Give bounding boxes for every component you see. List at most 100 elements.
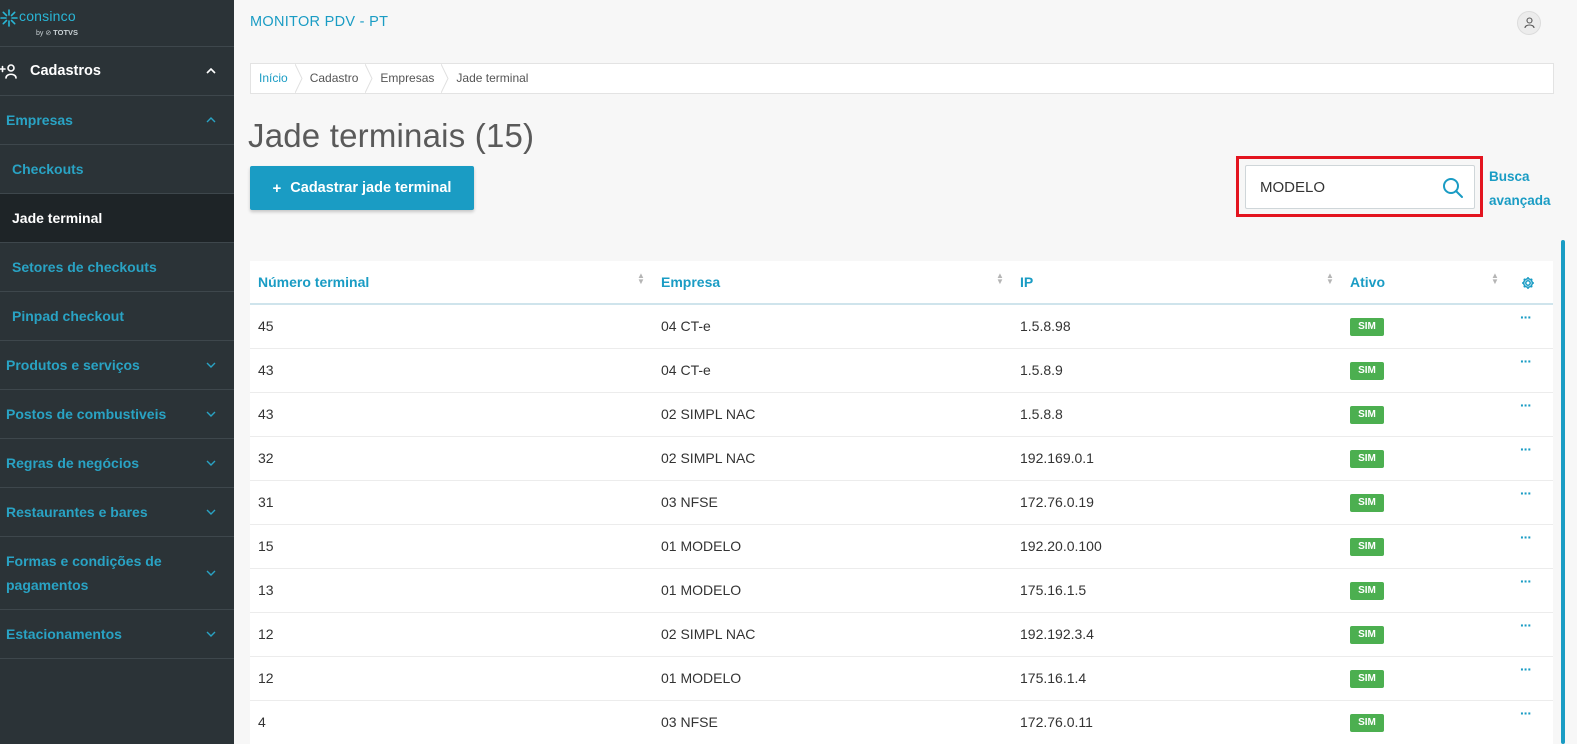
breadcrumb-item-empresas[interactable]: Empresas bbox=[372, 64, 449, 93]
search-icon[interactable] bbox=[1442, 177, 1464, 199]
row-actions-menu-icon[interactable]: ··· bbox=[1520, 441, 1532, 457]
cell-ip: 192.20.0.100 bbox=[1020, 538, 1102, 554]
sidebar-item-estacionamentos[interactable]: Estacionamentos bbox=[0, 610, 234, 659]
row-actions-menu-icon[interactable]: ··· bbox=[1520, 705, 1532, 721]
status-badge: SIM bbox=[1350, 450, 1384, 468]
breadcrumb-label: Empresas bbox=[380, 71, 435, 85]
row-actions-menu-icon[interactable]: ··· bbox=[1520, 397, 1532, 413]
column-header-ip[interactable]: IP bbox=[1012, 261, 1033, 303]
page-scrollbar[interactable] bbox=[1561, 240, 1565, 744]
table-row[interactable]: 31 03 NFSE 172.76.0.19 SIM ··· bbox=[250, 481, 1553, 525]
brand-sub: by ⊘ TOTVS bbox=[36, 28, 79, 37]
gear-icon[interactable] bbox=[1521, 276, 1535, 290]
sidebar-item-pinpad-checkout[interactable]: Pinpad checkout bbox=[0, 292, 234, 341]
table-row[interactable]: 32 02 SIMPL NAC 192.169.0.1 SIM ··· bbox=[250, 437, 1553, 481]
sidebar-item-formas-e-condicoes-de-pagamentos[interactable]: Formas e condições de pagamentos bbox=[0, 537, 234, 610]
status-badge: SIM bbox=[1350, 494, 1384, 512]
brand-parent: TOTVS bbox=[53, 28, 79, 37]
user-icon bbox=[1524, 17, 1535, 29]
row-actions-menu-icon[interactable]: ··· bbox=[1520, 353, 1532, 369]
cell-ip: 175.16.1.5 bbox=[1020, 582, 1087, 598]
cell-ip: 175.16.1.4 bbox=[1020, 670, 1087, 686]
sidebar-item-restaurantes-e-bares[interactable]: Restaurantes e bares bbox=[0, 488, 234, 537]
sort-icon[interactable]: ▲ ▼ bbox=[637, 272, 645, 286]
sidebar-item-label: Estacionamentos bbox=[6, 626, 122, 642]
status-badge: SIM bbox=[1350, 714, 1384, 732]
status-badge: SIM bbox=[1350, 582, 1384, 600]
row-actions-menu-icon[interactable]: ··· bbox=[1520, 573, 1532, 589]
chevron-up-icon bbox=[206, 68, 216, 74]
row-actions-menu-icon[interactable]: ··· bbox=[1520, 617, 1532, 633]
table-row[interactable]: 45 04 CT-e 1.5.8.98 SIM ··· bbox=[250, 305, 1553, 349]
jade-terminals-table: Número terminal ▲ ▼ Empresa ▲ ▼ IP ▲ ▼ Ativ… bbox=[250, 261, 1553, 744]
status-badge: SIM bbox=[1350, 406, 1384, 424]
status-badge: SIM bbox=[1350, 318, 1384, 336]
status-badge: SIM bbox=[1350, 670, 1384, 688]
search-field[interactable] bbox=[1245, 165, 1475, 209]
sort-icon[interactable]: ▲ ▼ bbox=[996, 272, 1004, 286]
cell-empresa: 04 CT-e bbox=[661, 318, 711, 334]
brand-by: by bbox=[36, 30, 44, 37]
main-content: MONITOR PDV - PT Início Cadastro Empresa… bbox=[234, 0, 1577, 744]
column-header-numero-terminal[interactable]: Número terminal bbox=[250, 261, 369, 303]
cell-numero-terminal: 43 bbox=[258, 406, 274, 422]
chevron-down-icon bbox=[206, 460, 216, 466]
sort-icon[interactable]: ▲ ▼ bbox=[1491, 272, 1499, 286]
sidebar-item-jade-terminal[interactable]: Jade terminal bbox=[0, 194, 234, 243]
row-actions-menu-icon[interactable]: ··· bbox=[1520, 485, 1532, 501]
breadcrumb-item-cadastro[interactable]: Cadastro bbox=[302, 64, 373, 93]
brand-logo[interactable]: consinco by ⊘ TOTVS bbox=[0, 0, 234, 47]
breadcrumb-item-jade-terminal: Jade terminal bbox=[448, 64, 542, 93]
user-menu-button[interactable] bbox=[1517, 11, 1541, 35]
chevron-down-icon bbox=[206, 509, 216, 515]
sidebar-item-postos-de-combustiveis[interactable]: Postos de combustiveis bbox=[0, 390, 234, 439]
table-row[interactable]: 15 01 MODELO 192.20.0.100 SIM ··· bbox=[250, 525, 1553, 569]
chevron-down-icon bbox=[206, 362, 216, 368]
sidebar-item-regras-de-negocios[interactable]: Regras de negócios bbox=[0, 439, 234, 488]
advanced-search-link[interactable]: Busca avançada bbox=[1489, 165, 1551, 213]
breadcrumb-item-inicio[interactable]: Início bbox=[251, 64, 303, 93]
add-jade-terminal-button[interactable]: + Cadastrar jade terminal bbox=[250, 166, 474, 210]
add-user-icon bbox=[0, 64, 17, 79]
table-row[interactable]: 43 02 SIMPL NAC 1.5.8.8 SIM ··· bbox=[250, 393, 1553, 437]
cell-empresa: 03 NFSE bbox=[661, 714, 718, 730]
column-header-ativo[interactable]: Ativo bbox=[1342, 261, 1385, 303]
sidebar-item-setores-de-checkouts[interactable]: Setores de checkouts bbox=[0, 243, 234, 292]
sidebar-item-checkouts[interactable]: Checkouts bbox=[0, 145, 234, 194]
row-actions-menu-icon[interactable]: ··· bbox=[1520, 661, 1532, 677]
breadcrumb-label: Jade terminal bbox=[456, 71, 529, 85]
sidebar-item-label: Formas e condições de pagamentos bbox=[6, 553, 162, 593]
plus-icon: + bbox=[272, 179, 282, 197]
row-actions-menu-icon[interactable]: ··· bbox=[1520, 309, 1532, 325]
page-title: Jade terminais (15) bbox=[248, 117, 535, 154]
search-input[interactable] bbox=[1260, 166, 1440, 208]
sidebar-item-produtos-e-servicos[interactable]: Produtos e serviços bbox=[0, 341, 234, 390]
sidebar-item-label: Checkouts bbox=[12, 161, 84, 177]
cell-empresa: 01 MODELO bbox=[661, 582, 742, 598]
row-actions-menu-icon[interactable]: ··· bbox=[1520, 529, 1532, 545]
sidebar: consinco by ⊘ TOTVS Cadastros Empresas C… bbox=[0, 0, 234, 744]
cell-ip: 1.5.8.8 bbox=[1020, 406, 1063, 422]
cell-empresa: 03 NFSE bbox=[661, 494, 718, 510]
table-row[interactable]: 12 01 MODELO 175.16.1.4 SIM ··· bbox=[250, 657, 1553, 701]
breadcrumb: Início Cadastro Empresas Jade terminal bbox=[250, 63, 1554, 94]
breadcrumb-label: Cadastro bbox=[309, 71, 359, 85]
cell-ip: 192.192.3.4 bbox=[1020, 626, 1094, 642]
sort-icon[interactable]: ▲ ▼ bbox=[1326, 272, 1334, 286]
column-header-empresa[interactable]: Empresa bbox=[653, 261, 720, 303]
advanced-search-label-line2: avançada bbox=[1489, 193, 1551, 208]
table-row[interactable]: 13 01 MODELO 175.16.1.5 SIM ··· bbox=[250, 569, 1553, 613]
chevron-up-icon bbox=[206, 117, 216, 123]
sidebar-section-cadastros[interactable]: Cadastros bbox=[0, 47, 234, 96]
sidebar-item-label: Empresas bbox=[6, 112, 73, 128]
table-row[interactable]: 4 03 NFSE 172.76.0.11 SIM ··· bbox=[250, 701, 1553, 744]
app-title: MONITOR PDV - PT bbox=[250, 14, 389, 30]
cell-numero-terminal: 4 bbox=[258, 714, 266, 730]
table-row[interactable]: 43 04 CT-e 1.5.8.9 SIM ··· bbox=[250, 349, 1553, 393]
sidebar-item-empresas[interactable]: Empresas bbox=[0, 96, 234, 145]
cell-empresa: 02 SIMPL NAC bbox=[661, 626, 756, 642]
status-badge: SIM bbox=[1350, 538, 1384, 556]
table-row[interactable]: 12 02 SIMPL NAC 192.192.3.4 SIM ··· bbox=[250, 613, 1553, 657]
cell-ip: 192.169.0.1 bbox=[1020, 450, 1094, 466]
table-header: Número terminal ▲ ▼ Empresa ▲ ▼ IP ▲ ▼ Ativ… bbox=[250, 261, 1553, 305]
